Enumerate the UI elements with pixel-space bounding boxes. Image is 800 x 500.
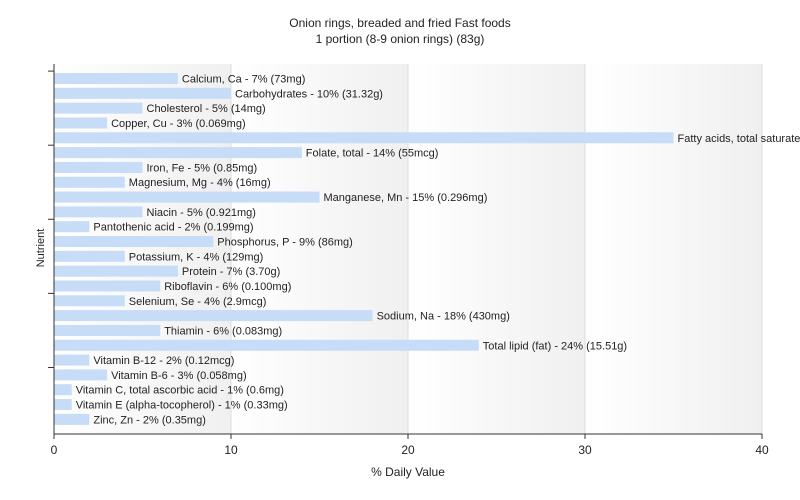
data-label: Sodium, Na - 18% (430mg) bbox=[377, 311, 510, 323]
x-tick-label: 10 bbox=[224, 443, 238, 457]
bar bbox=[54, 73, 178, 84]
bar bbox=[54, 221, 90, 233]
data-label: Thiamin - 6% (0.083mg) bbox=[164, 325, 282, 337]
data-label: Vitamin B-12 - 2% (0.12mcg) bbox=[93, 355, 234, 367]
data-label: Niacin - 5% (0.921mg) bbox=[147, 207, 256, 219]
data-label: Manganese, Mn - 15% (0.296mg) bbox=[324, 192, 488, 204]
y-axis-label: Nutrient bbox=[35, 228, 47, 268]
data-label: Fatty acids, total saturated - 35% (6.95… bbox=[678, 133, 800, 145]
data-label: Copper, Cu - 3% (0.069mg) bbox=[111, 118, 246, 130]
data-label: Pantothenic acid - 2% (0.199mg) bbox=[93, 222, 253, 234]
data-label: Protein - 7% (3.70g) bbox=[182, 266, 280, 278]
bar bbox=[54, 132, 674, 144]
data-label: Selenium, Se - 4% (2.9mcg) bbox=[129, 296, 267, 308]
bar bbox=[54, 369, 108, 381]
bar bbox=[54, 87, 231, 99]
data-label: Cholesterol - 5% (14mg) bbox=[147, 103, 266, 115]
bar bbox=[54, 147, 302, 159]
bar bbox=[54, 384, 72, 396]
bar bbox=[54, 413, 90, 425]
x-tick-label: 40 bbox=[755, 443, 769, 457]
bar bbox=[54, 324, 161, 336]
bar bbox=[54, 236, 214, 248]
data-label: Iron, Fe - 5% (0.85mg) bbox=[147, 162, 258, 174]
x-tick-label: 30 bbox=[578, 443, 592, 457]
bar bbox=[54, 295, 125, 307]
bar bbox=[54, 102, 143, 114]
data-label: Vitamin B-6 - 3% (0.058mg) bbox=[111, 370, 247, 382]
data-label: Folate, total - 14% (55mcg) bbox=[306, 148, 439, 160]
bar bbox=[54, 339, 479, 351]
bar bbox=[54, 176, 125, 188]
bar bbox=[54, 117, 108, 129]
plot-background-band bbox=[408, 64, 585, 434]
data-label: Vitamin C, total ascorbic acid - 1% (0.6… bbox=[76, 385, 284, 397]
data-label: Carbohydrates - 10% (31.32g) bbox=[235, 88, 383, 100]
data-label: Zinc, Zn - 2% (0.35mg) bbox=[93, 414, 205, 426]
bar bbox=[54, 161, 143, 173]
bar bbox=[54, 280, 161, 292]
x-tick-label: 20 bbox=[401, 443, 415, 457]
x-axis-label: % Daily Value bbox=[371, 465, 445, 479]
bar bbox=[54, 191, 320, 203]
bar bbox=[54, 265, 178, 277]
data-label: Total lipid (fat) - 24% (15.51g) bbox=[483, 340, 627, 352]
data-label: Vitamin E (alpha-tocopherol) - 1% (0.33m… bbox=[76, 400, 288, 412]
bar bbox=[54, 310, 373, 322]
data-label: Magnesium, Mg - 4% (16mg) bbox=[129, 177, 271, 189]
bar bbox=[54, 250, 125, 262]
plot-background-band bbox=[231, 64, 408, 434]
data-label: Potassium, K - 4% (129mg) bbox=[129, 251, 263, 263]
plot-background-band bbox=[585, 64, 762, 434]
bar bbox=[54, 354, 90, 366]
x-tick-label: 0 bbox=[51, 443, 58, 457]
data-label: Calcium, Ca - 7% (73mg) bbox=[182, 74, 305, 86]
data-label: Riboflavin - 6% (0.100mg) bbox=[164, 281, 291, 293]
bar-chart: 0 10 20 30 40 Calcium, Ca - 7% (73mg) Carbohy… bbox=[48, 64, 800, 457]
bar bbox=[54, 399, 72, 411]
bar bbox=[54, 206, 143, 218]
data-label: Phosphorus, P - 9% (86mg) bbox=[217, 237, 353, 249]
